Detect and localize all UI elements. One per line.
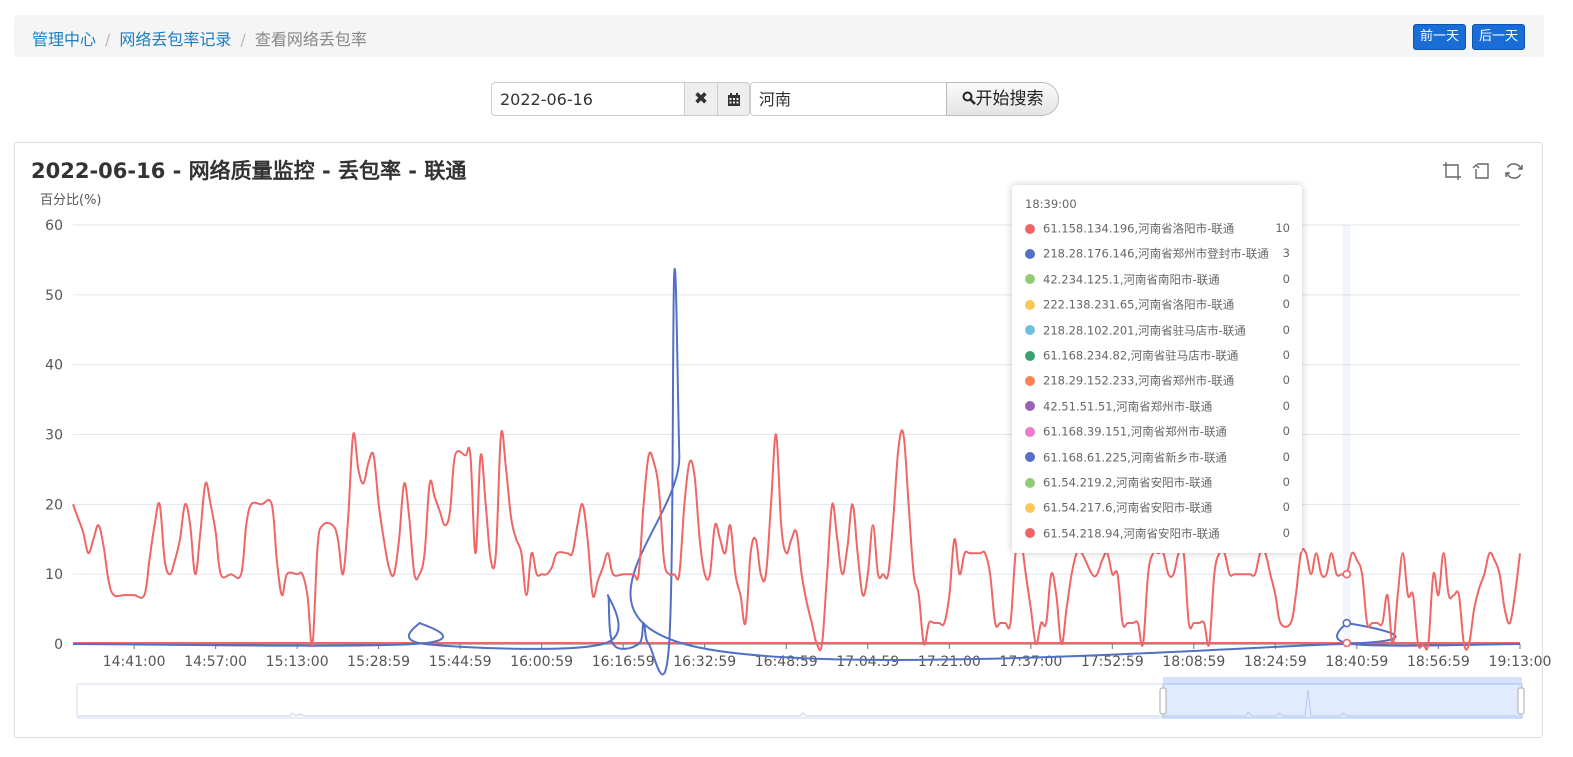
data-zoom-left-handle[interactable] bbox=[1159, 687, 1167, 715]
tooltip-row: 42.234.125.1,河南省南阳市-联通 0 bbox=[1025, 269, 1290, 289]
data-zoom-right-handle[interactable] bbox=[1517, 687, 1525, 715]
y-tick-label: 60 bbox=[45, 218, 63, 234]
x-tick-label: 19:13:00 bbox=[1489, 654, 1552, 670]
series-line[interactable] bbox=[72, 268, 1521, 676]
tooltip-series-name: 61.168.234.82,河南省驻马店市-联通 bbox=[1043, 348, 1239, 363]
tooltip-series-value: 0 bbox=[1282, 348, 1290, 362]
tooltip-row: 61.168.39.151,河南省郑州市-联通 0 bbox=[1025, 421, 1290, 441]
x-tick-label: 17:21:00 bbox=[918, 654, 981, 670]
x-tick-label: 17:04:59 bbox=[836, 654, 899, 670]
tooltip-series-name: 42.234.125.1,河南省南阳市-联通 bbox=[1043, 272, 1220, 287]
series-color-dot bbox=[1025, 223, 1035, 234]
data-zoom-move-bar[interactable] bbox=[1163, 677, 1522, 684]
tooltip-row: 218.28.102.201,河南省驻马店市-联通 0 bbox=[1025, 320, 1290, 340]
x-tick-label: 14:41:00 bbox=[103, 654, 166, 670]
tooltip-series-name: 61.168.61.225,河南省新乡市-联通 bbox=[1043, 450, 1227, 465]
tooltip-series-name: 61.168.39.151,河南省郑州市-联通 bbox=[1043, 424, 1227, 439]
tooltip-series-value: 0 bbox=[1282, 449, 1290, 464]
data-zoom-slider[interactable] bbox=[76, 677, 1525, 719]
tooltip-series-value: 0 bbox=[1282, 297, 1290, 312]
tooltip-series-value: 10 bbox=[1275, 221, 1290, 235]
y-tick-label: 10 bbox=[45, 567, 63, 583]
x-tick-label: 18:40:59 bbox=[1325, 654, 1388, 670]
series-color-dot bbox=[1025, 325, 1035, 336]
tooltip-series-value: 0 bbox=[1282, 373, 1290, 388]
tooltip-row: 218.29.152.233,河南省郑州市-联通 0 bbox=[1025, 370, 1290, 390]
series-color-dot bbox=[1025, 401, 1035, 412]
x-tick-label: 15:13:00 bbox=[266, 654, 329, 670]
tooltip-row: 61.54.217.6,河南省安阳市-联通 0 bbox=[1025, 497, 1290, 517]
series-point-marker bbox=[1342, 618, 1352, 628]
tooltip-series-value: 0 bbox=[1282, 500, 1290, 515]
tooltip-series-name: 218.29.152.233,河南省郑州市-联通 bbox=[1043, 373, 1235, 388]
series-color-dot bbox=[1025, 452, 1035, 463]
series-color-dot bbox=[1025, 350, 1035, 361]
tooltip-row: 218.28.176.146,河南省郑州市登封市-联通 3 bbox=[1025, 243, 1290, 263]
series-color-dot bbox=[1025, 248, 1035, 259]
tooltip-series-name: 42.51.51.51,河南省郑州市-联通 bbox=[1043, 399, 1213, 414]
data-zoom-selection[interactable] bbox=[1162, 683, 1523, 719]
y-tick-label: 0 bbox=[54, 637, 63, 653]
y-tick-label: 20 bbox=[45, 497, 63, 513]
series-point-marker bbox=[1342, 638, 1352, 648]
series-color-dot bbox=[1025, 375, 1035, 386]
y-tick-label: 50 bbox=[45, 288, 63, 304]
x-tick-label: 17:52:59 bbox=[1081, 654, 1144, 670]
tooltip-row: 42.51.51.51,河南省郑州市-联通 0 bbox=[1025, 396, 1290, 416]
series-point-marker bbox=[1342, 569, 1352, 579]
series-color-dot bbox=[1025, 426, 1035, 437]
tooltip-row: 222.138.231.65,河南省洛阳市-联通 0 bbox=[1025, 294, 1290, 314]
series-line[interactable] bbox=[72, 429, 1521, 652]
x-tick-label: 15:44:59 bbox=[429, 654, 492, 670]
tooltip-series-name: 222.138.231.65,河南省洛阳市-联通 bbox=[1043, 297, 1235, 312]
x-tick-label: 16:32:59 bbox=[673, 654, 736, 670]
y-tick-label: 40 bbox=[45, 358, 63, 374]
series-color-dot bbox=[1025, 274, 1035, 285]
x-tick-label: 18:56:59 bbox=[1407, 654, 1470, 670]
series-color-dot bbox=[1025, 477, 1035, 488]
tooltip-series-value: 0 bbox=[1282, 525, 1290, 540]
tooltip-series-name: 218.28.176.146,河南省郑州市登封市-联通 bbox=[1043, 246, 1269, 261]
tooltip-row: 61.168.61.225,河南省新乡市-联通 0 bbox=[1025, 447, 1290, 467]
tooltip-series-value: 0 bbox=[1282, 398, 1290, 413]
x-tick-label: 14:57:00 bbox=[184, 654, 247, 670]
x-tick-label: 16:16:59 bbox=[592, 654, 655, 670]
tooltip-series-name: 218.28.102.201,河南省驻马店市-联通 bbox=[1043, 323, 1246, 338]
tooltip-series-value: 0 bbox=[1282, 271, 1290, 286]
tooltip-series-value: 0 bbox=[1282, 322, 1290, 337]
y-tick-label: 30 bbox=[45, 428, 63, 444]
x-tick-label: 18:08:59 bbox=[1162, 654, 1225, 670]
tooltip-row: 61.168.234.82,河南省驻马店市-联通 0 bbox=[1025, 345, 1290, 365]
series-color-dot bbox=[1025, 528, 1035, 539]
tooltip-series-value: 0 bbox=[1282, 424, 1290, 439]
series-color-dot bbox=[1025, 502, 1035, 513]
tooltip-row: 61.54.219.2,河南省安阳市-联通 0 bbox=[1025, 472, 1290, 492]
tooltip-series-value: 3 bbox=[1282, 246, 1290, 261]
loss-rate-line-chart[interactable]: 0102030405060 14:41:00 14:57:00 15:13:00 15… bbox=[0, 0, 1573, 757]
x-tick-label: 18:24:59 bbox=[1244, 654, 1307, 670]
tooltip-series-name: 61.54.219.2,河南省安阳市-联通 bbox=[1043, 475, 1213, 490]
hover-indicator bbox=[1342, 225, 1351, 644]
tooltip-series-name: 61.158.134.196,河南省洛阳市-联通 bbox=[1043, 221, 1235, 236]
x-tick-label: 16:00:59 bbox=[510, 654, 573, 670]
x-tick-label: 15:28:59 bbox=[347, 654, 410, 670]
tooltip-series-name: 61.54.218.94,河南省安阳市-联通 bbox=[1043, 526, 1220, 541]
tooltip-row: 61.158.134.196,河南省洛阳市-联通 10 bbox=[1025, 218, 1290, 238]
y-axis-label: 百分比(%) bbox=[40, 193, 102, 208]
tooltip-time: 18:39:00 bbox=[1025, 197, 1077, 211]
tooltip-row: 61.54.218.94,河南省安阳市-联通 0 bbox=[1025, 523, 1290, 543]
tooltip-series-value: 0 bbox=[1282, 475, 1290, 489]
series-color-dot bbox=[1025, 299, 1035, 310]
tooltip-series-name: 61.54.217.6,河南省安阳市-联通 bbox=[1043, 500, 1213, 515]
chart-tooltip: 18:39:00 61.158.134.196,河南省洛阳市-联通 10 218.2… bbox=[1012, 185, 1302, 553]
